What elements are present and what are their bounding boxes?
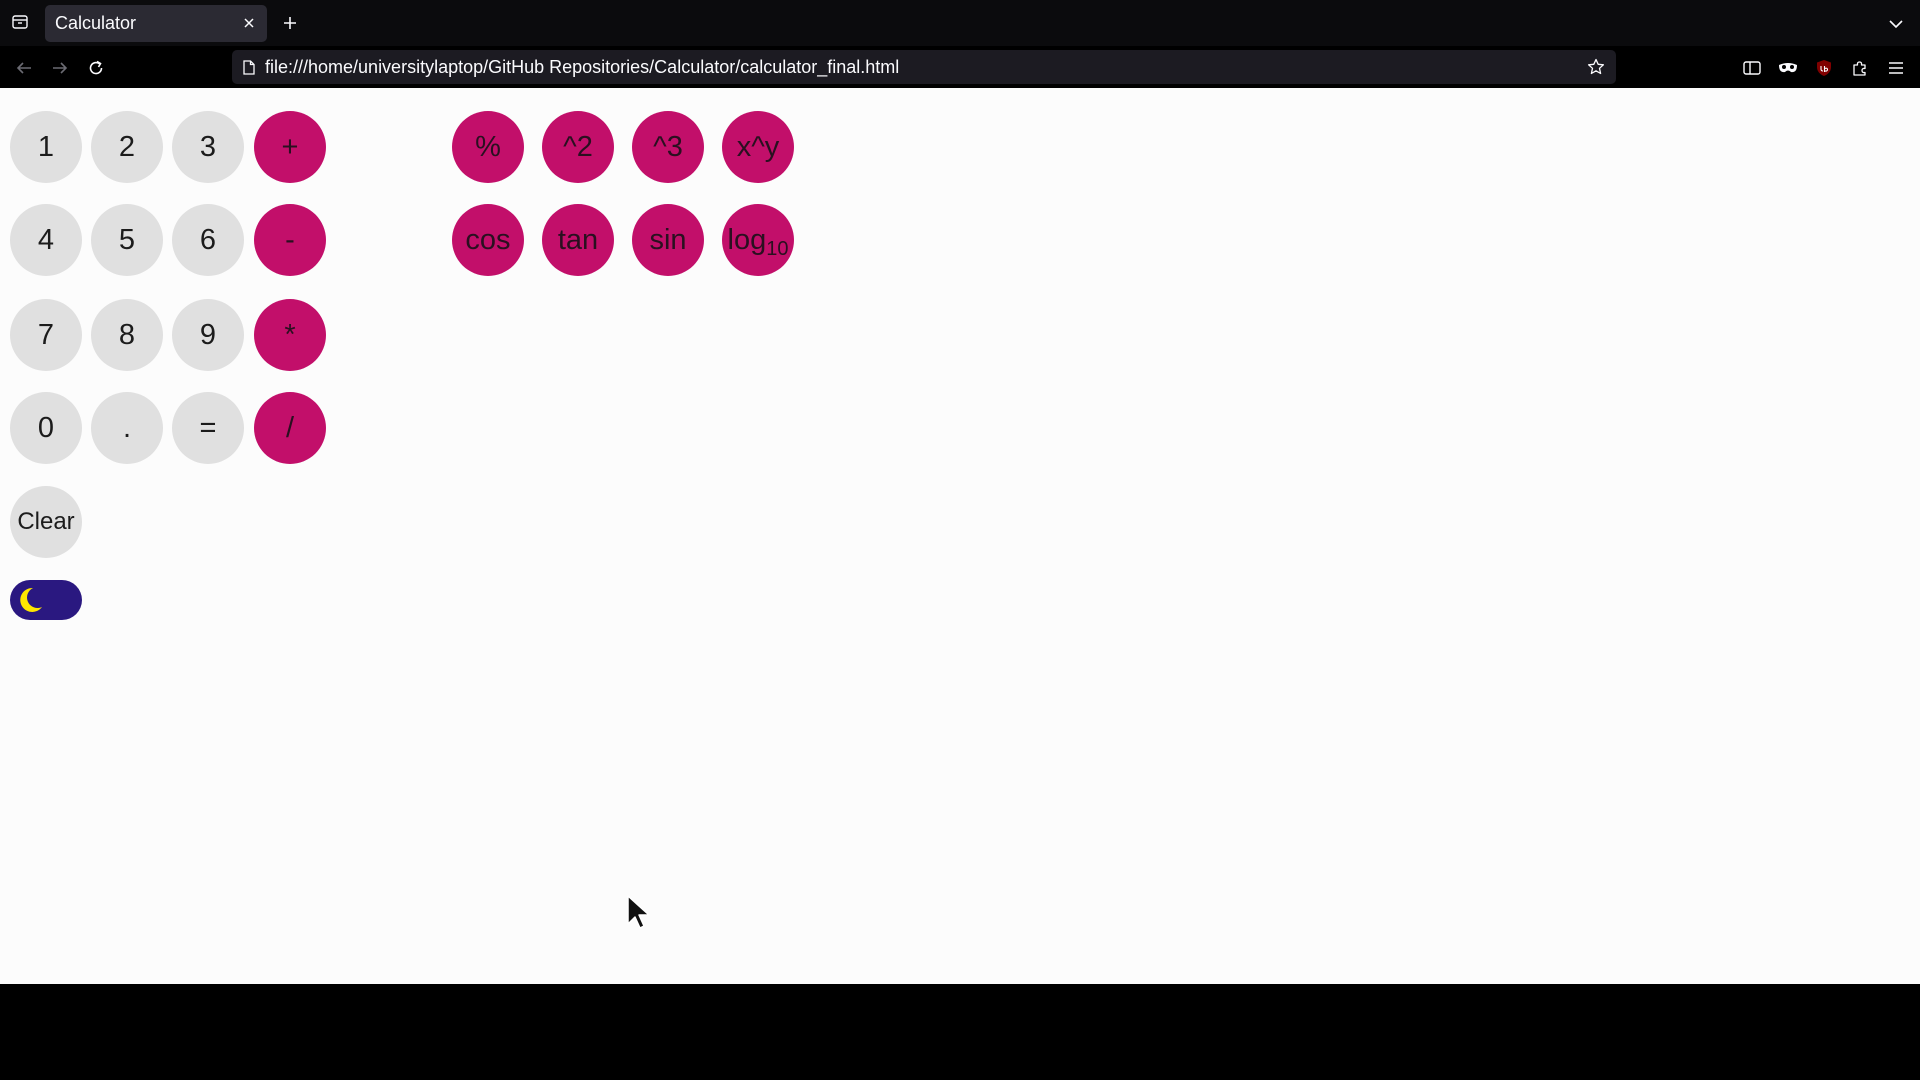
tab-bar: Calculator <box>0 0 1920 46</box>
address-bar[interactable]: file:///home/universitylaptop/GitHub Rep… <box>232 50 1616 84</box>
digit-4-button[interactable]: 4 <box>10 204 82 276</box>
new-tab-button[interactable] <box>278 11 302 35</box>
digit-0-button[interactable]: 0 <box>10 392 82 464</box>
tab-list-button[interactable] <box>8 10 32 34</box>
close-icon <box>244 18 254 28</box>
tab-close-button[interactable] <box>239 13 259 33</box>
puzzle-icon <box>1853 61 1866 76</box>
power-button[interactable]: x^y <box>722 111 794 183</box>
decimal-point-button[interactable]: . <box>91 392 163 464</box>
page-viewport: 1 2 3 4 5 6 7 8 9 0 . = + - * / % ^2 ^3 … <box>0 88 1920 984</box>
star-icon <box>1587 58 1605 75</box>
private-browsing-button[interactable] <box>1775 55 1801 81</box>
log-subscript: 10 <box>766 237 789 260</box>
digit-2-button[interactable]: 2 <box>91 111 163 183</box>
reload-button[interactable] <box>83 55 109 81</box>
back-button[interactable] <box>11 55 37 81</box>
url-text: file:///home/universitylaptop/GitHub Rep… <box>265 57 900 77</box>
navigation-toolbar: file:///home/universitylaptop/GitHub Rep… <box>0 46 1920 88</box>
digit-9-button[interactable]: 9 <box>172 299 244 371</box>
multiply-button[interactable]: * <box>254 299 326 371</box>
digit-5-button[interactable]: 5 <box>91 204 163 276</box>
digit-7-button[interactable]: 7 <box>10 299 82 371</box>
page-icon <box>240 58 258 76</box>
cube-button[interactable]: ^3 <box>632 111 704 183</box>
log-label: log <box>727 223 767 256</box>
moon-icon <box>20 587 42 612</box>
list-all-tabs-button[interactable] <box>1884 12 1908 36</box>
tan-button[interactable]: tan <box>542 204 614 276</box>
digit-3-button[interactable]: 3 <box>172 111 244 183</box>
app-menu-button[interactable] <box>1883 55 1909 81</box>
tab-title: Calculator <box>55 13 137 33</box>
chevron-down-icon <box>1889 20 1903 29</box>
ublock-extension-button[interactable] <box>1811 55 1837 81</box>
sidebar-icon <box>1743 61 1761 75</box>
sidebar-button[interactable] <box>1739 55 1765 81</box>
forward-arrow-icon <box>53 62 68 74</box>
forward-button[interactable] <box>47 55 73 81</box>
divide-button[interactable]: / <box>254 392 326 464</box>
digit-8-button[interactable]: 8 <box>91 299 163 371</box>
digit-6-button[interactable]: 6 <box>172 204 244 276</box>
log10-button[interactable]: log 10 <box>722 204 794 276</box>
percent-button[interactable]: % <box>452 111 524 183</box>
sin-button[interactable]: sin <box>632 204 704 276</box>
equals-button[interactable]: = <box>172 392 244 464</box>
back-arrow-icon <box>16 62 31 74</box>
square-button[interactable]: ^2 <box>542 111 614 183</box>
clear-button[interactable]: Clear <box>10 486 82 558</box>
plus-icon <box>284 17 296 29</box>
hamburger-menu-icon <box>1889 62 1903 74</box>
dark-mode-toggle[interactable] <box>10 580 82 620</box>
mouse-cursor-icon <box>627 895 650 929</box>
shield-icon <box>1817 60 1831 76</box>
subtract-button[interactable]: - <box>254 204 326 276</box>
extensions-button[interactable] <box>1847 55 1873 81</box>
tab-list-icon <box>12 15 28 29</box>
digit-1-button[interactable]: 1 <box>10 111 82 183</box>
add-button[interactable]: + <box>254 111 326 183</box>
bookmark-button[interactable] <box>1586 57 1606 77</box>
tab-calculator[interactable]: Calculator <box>45 5 267 42</box>
reload-icon <box>89 60 103 75</box>
cos-button[interactable]: cos <box>452 204 524 276</box>
mask-icon <box>1779 63 1797 73</box>
